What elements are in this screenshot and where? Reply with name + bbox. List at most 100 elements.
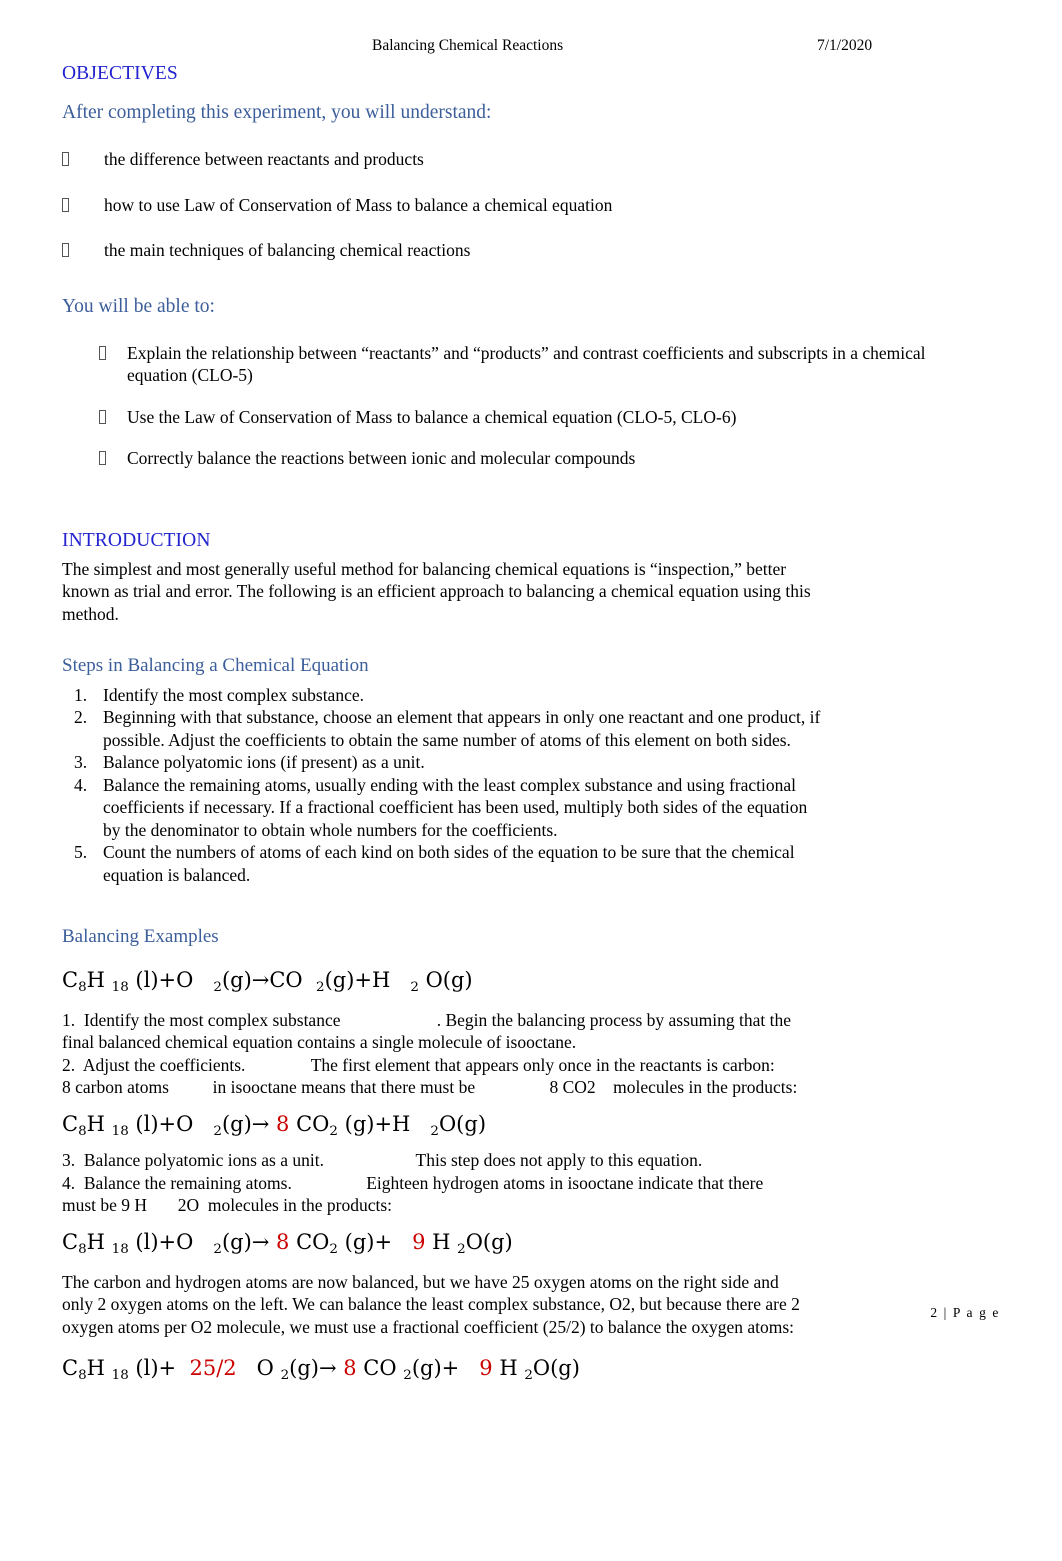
- step-item: Identify the most complex substance.: [74, 684, 364, 706]
- equation-term: H: [86, 1229, 112, 1254]
- equation-subscript: 18: [111, 1123, 129, 1139]
- equation-term: O: [236, 1355, 281, 1380]
- equation-term: (l)+O: [128, 1229, 214, 1254]
- equation-subscript: 8: [78, 1367, 87, 1383]
- equation-term: (l)+: [128, 1355, 190, 1380]
- equation-subscript: 8: [78, 1241, 87, 1257]
- equation-coefficient: 9: [412, 1229, 426, 1254]
- list-item-text: Correctly balance the reactions between …: [127, 448, 636, 468]
- document-page: Balancing Chemical Reactions 7/1/2020 OB…: [0, 0, 1062, 1561]
- examples-heading: Balancing Examples: [62, 926, 219, 948]
- example-step4-line2: must be 9 H 2O molecules in the products…: [62, 1195, 393, 1216]
- example-step1-line1: 1. Identify the most complex substance .…: [62, 1009, 792, 1030]
- equation-term: CO: [289, 1229, 330, 1254]
- equation-coefficient: 8: [276, 1229, 290, 1254]
- equation-term: O(g): [418, 967, 473, 992]
- equation-subscript: 8: [78, 1123, 87, 1139]
- page-footer: 2 | P a g e: [62, 1305, 1000, 1321]
- page-number-marker: 2 | P a g e: [930, 1305, 1000, 1320]
- equation-term: (g)+H: [337, 1111, 431, 1136]
- step-item: Beginning with that substance, choose an…: [74, 706, 821, 750]
- list-item-text: how to use Law of Conservation of Mass t…: [104, 194, 613, 215]
- chemical-equation-3: C8H 18 (l)+O 2(g)→ 8 CO2 (g)+ 9 H 2O(g): [62, 1227, 982, 1257]
- example-step3-line: 3. Balance polyatomic ions as a unit. Th…: [62, 1149, 703, 1170]
- introduction-paragraph: The simplest and most generally useful m…: [62, 558, 811, 624]
- equation-term: CO: [289, 1111, 330, 1136]
- equation-term: (g)→: [289, 1355, 344, 1380]
- able-to-bullet-list: Explain the relationship between “reacta…: [97, 342, 982, 470]
- chemical-equation-1: C8H 18 (l)+O 2(g)→CO 2(g)+H 2 O(g): [62, 965, 982, 995]
- bullet-tofu-icon: [99, 345, 106, 360]
- objectives-heading: OBJECTIVES: [62, 63, 178, 84]
- equation-term: CO: [356, 1355, 404, 1380]
- example-step2-line1: 2. Adjust the coefficients. The first el…: [62, 1054, 775, 1075]
- equation-term: (g)+: [337, 1229, 413, 1254]
- bullet-tofu-icon: [99, 409, 106, 424]
- equation-term: H: [86, 1355, 112, 1380]
- equation-subscript: 2: [213, 979, 222, 995]
- bullet-tofu-icon: [99, 451, 106, 465]
- equation-subscript: 2: [524, 1367, 533, 1383]
- document-body: OBJECTIVES After completing this experim…: [62, 62, 982, 1383]
- step-item: Balance the remaining atoms, usually end…: [74, 774, 808, 840]
- example-step4-line1: 4. Balance the remaining atoms. Eighteen…: [62, 1172, 764, 1193]
- equation-term: (g)→: [221, 1111, 277, 1136]
- bullet-tofu-icon: [62, 152, 69, 166]
- step-item: Count the numbers of atoms of each kind …: [74, 841, 795, 885]
- header-document-title: Balancing Chemical Reactions: [372, 37, 564, 54]
- equation-term: C: [62, 967, 79, 992]
- equation-subscript: 18: [111, 1367, 129, 1383]
- equation-term: H: [86, 1111, 112, 1136]
- equation-term: (g)→: [221, 1229, 277, 1254]
- equation-term: (g)→CO: [221, 967, 316, 992]
- objectives-bullet-list: the difference between reactants and pro…: [62, 148, 982, 262]
- equation-term: H: [86, 967, 112, 992]
- steps-list: Identify the most complex substance. Beg…: [62, 684, 822, 887]
- equation-subscript: 2: [457, 1241, 466, 1257]
- equation-subscript: 8: [78, 979, 87, 995]
- running-header: Balancing Chemical Reactions 7/1/2020: [62, 34, 1000, 58]
- equation-subscript: 2: [213, 1123, 222, 1139]
- chemical-equation-2: C8H 18 (l)+O 2(g)→ 8 CO2 (g)+H 2O(g): [62, 1109, 982, 1139]
- equation-coefficient: 8: [276, 1111, 290, 1136]
- bullet-tofu-icon: [62, 197, 69, 212]
- equation-term: (l)+O: [128, 1111, 214, 1136]
- list-item-text: the main techniques of balancing chemica…: [104, 240, 471, 260]
- equation-subscript: 18: [111, 1241, 129, 1257]
- list-item: the main techniques of balancing chemica…: [62, 239, 982, 262]
- equation-term: C: [62, 1355, 79, 1380]
- steps-heading: Steps in Balancing a Chemical Equation: [62, 655, 369, 677]
- equation-term: O(g): [465, 1229, 513, 1254]
- equation-subscript: 18: [111, 979, 129, 995]
- introduction-heading: INTRODUCTION: [62, 529, 211, 551]
- equation-subscript: 2: [329, 1123, 338, 1139]
- equation-subscript: 2: [329, 1241, 338, 1257]
- equation-term: (g)+: [411, 1355, 480, 1380]
- objectives-subheading: After completing this experiment, you wi…: [62, 102, 492, 123]
- equation-subscript: 2: [316, 979, 325, 995]
- list-item: the difference between reactants and pro…: [62, 148, 982, 171]
- equation-term: H: [425, 1229, 458, 1254]
- equation-term: H: [492, 1355, 525, 1380]
- list-item: how to use Law of Conservation of Mass t…: [62, 194, 982, 217]
- able-to-heading: You will be able to:: [62, 295, 215, 317]
- chemical-equation-4: C8H 18 (l)+ 25/2 O 2(g)→ 8 CO 2(g)+ 9 H …: [62, 1353, 982, 1383]
- example-step1-line2: final balanced chemical equation contain…: [62, 1032, 577, 1053]
- list-item-text: the difference between reactants and pro…: [104, 149, 424, 169]
- header-date: 7/1/2020: [817, 37, 873, 54]
- equation-subscript: 2: [403, 1367, 412, 1383]
- equation-term: C: [62, 1111, 79, 1136]
- equation-subscript: 2: [213, 1241, 222, 1257]
- bullet-tofu-icon: [62, 243, 69, 257]
- equation-subscript: 2: [410, 979, 419, 995]
- equation-subscript: 2: [280, 1367, 290, 1383]
- equation-coefficient: 25/2: [189, 1355, 237, 1380]
- equation-subscript: 2: [430, 1123, 439, 1139]
- list-item: Use the Law of Conservation of Mass to b…: [97, 406, 982, 429]
- example-step2-line2: 8 carbon atoms in isooctane means that t…: [62, 1077, 798, 1098]
- list-item: Explain the relationship between “reacta…: [97, 342, 982, 387]
- equation-coefficient: 9: [479, 1355, 493, 1380]
- equation-term: O(g): [438, 1111, 487, 1136]
- list-item-text: Explain the relationship between “reacta…: [127, 342, 926, 386]
- equation-term: C: [62, 1229, 79, 1254]
